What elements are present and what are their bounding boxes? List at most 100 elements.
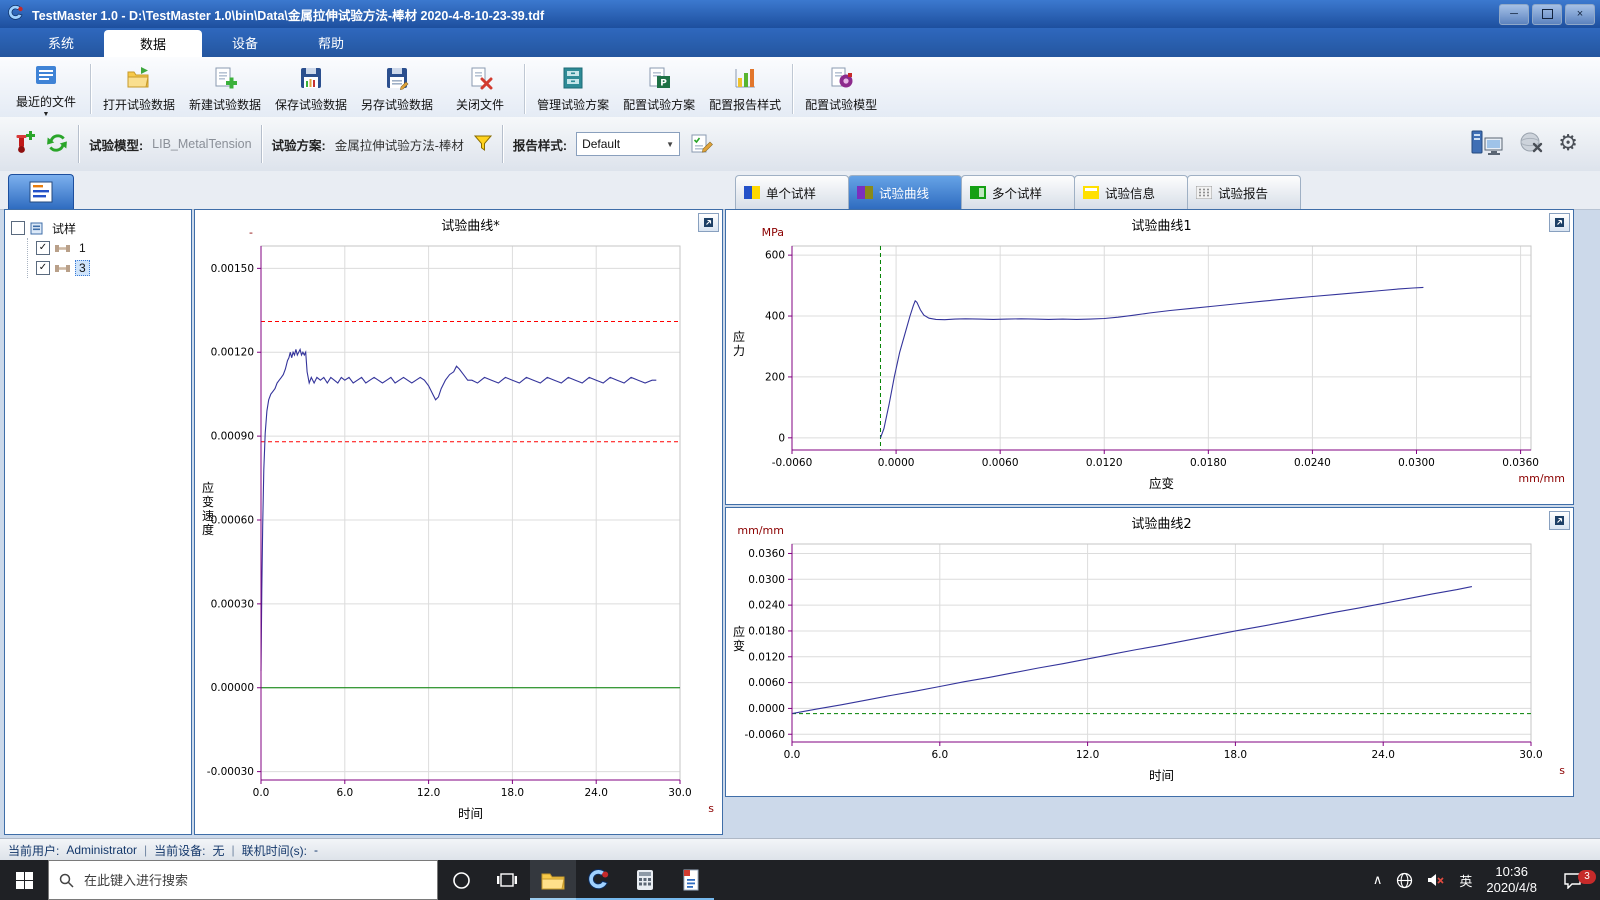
ribbon-toolbar: 最近的文件 ▼ 打开试验数据 新建试验数据 保存试验数据 另存试验数据 关闭文件 [0, 57, 1600, 122]
ribbon-button-label: 关闭文件 [456, 96, 504, 113]
add-connection-icon[interactable] [10, 131, 36, 158]
test-curve-icon [857, 186, 873, 199]
file-explorer-button[interactable] [530, 860, 576, 900]
tree-root-label: 试样 [48, 219, 80, 238]
minimize-button[interactable]: ─ [1499, 4, 1529, 25]
tray-expand-button[interactable]: ∧ [1366, 872, 1390, 888]
specimen-group-icon [30, 222, 43, 235]
svg-text:-0.0060: -0.0060 [744, 729, 785, 741]
svg-text:600: 600 [765, 250, 785, 262]
maximize-button[interactable] [1532, 4, 1562, 25]
report-edit-icon[interactable] [689, 131, 713, 158]
notification-center-button[interactable]: 3 [1544, 872, 1600, 889]
menu-item-system[interactable]: 系统 [18, 28, 104, 57]
svg-text:0.0000: 0.0000 [878, 457, 915, 469]
tree-item-1[interactable]: ✓ 1 [36, 238, 185, 258]
taskbar-search[interactable] [48, 860, 438, 900]
menu-item-data[interactable]: 数据 [104, 30, 202, 57]
secondary-toolbar: 试验模型: LIB_MetalTension 试验方案: 金属拉伸试验方法-棒材… [0, 117, 1600, 172]
model-label: 试验模型: [89, 135, 143, 154]
svg-text:-: - [249, 226, 253, 239]
testmaster-app-button[interactable] [576, 860, 622, 900]
tab-test-info[interactable]: 试验信息 [1074, 175, 1188, 209]
close-button[interactable]: × [1565, 4, 1595, 25]
toolbar-separator [261, 125, 263, 163]
current-user-label: 当前用户: [8, 842, 59, 859]
save-data-icon [298, 65, 324, 94]
save-as-data-icon [384, 65, 410, 94]
network-icon[interactable] [1389, 872, 1420, 889]
config-scheme-icon: P [646, 65, 672, 94]
main-content: 单个试样 试验曲线 多个试样 试验信息 试验报告 试样 [0, 171, 1600, 838]
config-report-style-button[interactable]: 配置报告样式 [702, 59, 788, 119]
tab-label: 单个试样 [766, 183, 816, 202]
new-data-button[interactable]: 新建试验数据 [182, 59, 268, 119]
specimen-tree-panel: 试样 ✓ 1 ✓ 3 [4, 209, 192, 835]
popout-button[interactable] [1549, 213, 1570, 232]
popout-button[interactable] [1549, 511, 1570, 530]
svg-text:0: 0 [778, 432, 785, 444]
title-bar: TestMaster 1.0 - D:\TestMaster 1.0\bin\D… [0, 0, 1600, 28]
multiple-specimens-icon [970, 186, 986, 199]
tree-item-3[interactable]: ✓ 3 [36, 258, 185, 278]
svg-text:24.0: 24.0 [585, 787, 608, 799]
start-button[interactable] [0, 860, 48, 900]
config-model-button[interactable]: 配置试验模型 [798, 59, 884, 119]
tab-single-specimen[interactable]: 单个试样 [735, 175, 849, 209]
svg-text:时间: 时间 [1149, 768, 1174, 783]
document-app-button[interactable] [668, 860, 714, 900]
menu-item-device[interactable]: 设备 [202, 28, 288, 57]
task-view-icon [497, 872, 517, 888]
report-style-value: Default [582, 137, 620, 151]
menu-item-help[interactable]: 帮助 [288, 28, 374, 57]
cortana-button[interactable] [438, 860, 484, 900]
model-value: LIB_MetalTension [152, 137, 251, 151]
taskbar-clock[interactable]: 10:36 2020/4/8 [1479, 864, 1544, 897]
popout-icon [1554, 515, 1565, 526]
item-checkbox[interactable]: ✓ [36, 241, 50, 255]
current-device-label: 当前设备: [154, 842, 205, 859]
save-data-button[interactable]: 保存试验数据 [268, 59, 354, 119]
refresh-icon[interactable] [45, 132, 69, 157]
svg-text:0.00120: 0.00120 [211, 347, 254, 359]
app-logo-icon [8, 5, 24, 24]
volume-muted-icon[interactable] [1420, 872, 1452, 888]
filter-funnel-icon[interactable] [473, 134, 493, 155]
tree-children: ✓ 1 ✓ 3 [27, 238, 185, 278]
recent-files-button[interactable]: 最近的文件 ▼ [6, 59, 86, 119]
manage-scheme-button[interactable]: 管理试验方案 [530, 59, 616, 119]
open-data-button[interactable]: 打开试验数据 [96, 59, 182, 119]
svg-text:速: 速 [202, 509, 214, 523]
save-as-data-button[interactable]: 另存试验数据 [354, 59, 440, 119]
tree-root-row[interactable]: 试样 [11, 218, 185, 238]
offline-status-icon[interactable] [1518, 130, 1544, 159]
notification-badge: 3 [1578, 870, 1596, 884]
device-status-icon[interactable] [1470, 129, 1504, 160]
root-checkbox[interactable] [11, 221, 25, 235]
system-tray: ∧ 英 10:36 2020/4/8 3 [1366, 860, 1600, 900]
language-indicator[interactable]: 英 [1452, 871, 1479, 890]
tab-test-curve[interactable]: 试验曲线 [848, 175, 962, 209]
config-scheme-button[interactable]: P 配置试验方案 [616, 59, 702, 119]
config-model-icon [828, 65, 854, 94]
close-file-button[interactable]: 关闭文件 [440, 59, 520, 119]
svg-text:mm/mm: mm/mm [1518, 472, 1565, 485]
svg-text:试验曲线*: 试验曲线* [441, 218, 500, 234]
scheme-value: 金属拉伸试验方法-棒材 [335, 135, 464, 154]
popout-button[interactable] [698, 213, 719, 232]
tab-test-report[interactable]: 试验报告 [1187, 175, 1301, 209]
svg-text:MPa: MPa [762, 226, 784, 239]
settings-gear-icon[interactable]: ⚙ [1558, 133, 1578, 155]
svg-text:0.0240: 0.0240 [748, 600, 785, 612]
manage-scheme-icon [560, 65, 586, 94]
ribbon-button-label: 打开试验数据 [103, 96, 175, 113]
ribbon-separator [524, 64, 526, 114]
tab-multiple-specimens[interactable]: 多个试样 [961, 175, 1075, 209]
search-input[interactable] [82, 872, 427, 889]
task-view-button[interactable] [484, 860, 530, 900]
specimen-icon [55, 244, 70, 253]
item-checkbox[interactable]: ✓ [36, 261, 50, 275]
report-style-select[interactable]: Default ▼ [576, 132, 680, 156]
calculator-button[interactable] [622, 860, 668, 900]
specimen-list-tab[interactable] [8, 174, 74, 209]
